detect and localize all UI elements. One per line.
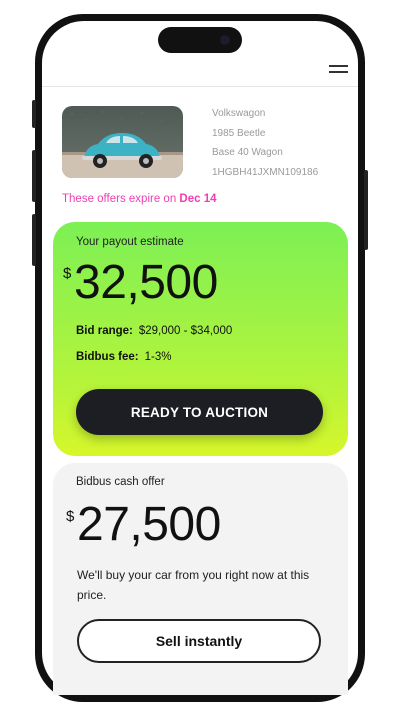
cash-offer-amount: 27,500: [77, 498, 221, 551]
bid-range-label: Bid range:: [76, 325, 133, 337]
fee-value: 1-3%: [144, 351, 172, 363]
expiry-date: Dec 14: [179, 193, 217, 205]
sell-instantly-button[interactable]: Sell instantly: [77, 619, 321, 663]
car-trim: Base 40 Wagon: [212, 147, 283, 158]
car-details: Volkswagon 1985 Beetle Base 40 Wagon 1HG…: [212, 104, 352, 182]
bid-range-value: $29,000 - $34,000: [138, 325, 233, 337]
cash-offer-description: We'll buy your car from you right now at…: [77, 568, 310, 602]
fee-label: Bidbus fee:: [76, 351, 139, 363]
car-make: Volkswagon: [212, 108, 266, 119]
header-divider: [42, 86, 358, 87]
fee-row: Bidbus fee: 1-3%: [76, 351, 171, 363]
phone-power-button: [364, 170, 368, 250]
phone-mute-switch: [32, 100, 36, 128]
hamburger-menu-icon[interactable]: [329, 65, 348, 75]
offer-expiry-notice: These offers expire on Dec 14: [62, 193, 217, 205]
car-vin: 1HGBH41JXMN109186: [212, 166, 319, 178]
phone-volume-up: [32, 150, 36, 202]
car-model: 1985 Beetle: [212, 127, 266, 139]
bid-range-row: Bid range: $29,000 - $34,000: [76, 325, 232, 337]
payout-label: Your payout estimate: [76, 236, 184, 248]
car-photo: [62, 106, 183, 178]
payout-currency: $: [63, 265, 72, 282]
phone-volume-down: [32, 214, 36, 266]
cash-offer-currency: $: [66, 508, 75, 525]
camera-icon: [220, 35, 230, 45]
ready-to-auction-button[interactable]: READY TO AUCTION: [76, 389, 323, 435]
expiry-text: These offers expire on: [62, 193, 180, 205]
cash-offer-label: Bidbus cash offer: [76, 476, 165, 488]
payout-amount: 32,500: [74, 256, 218, 309]
